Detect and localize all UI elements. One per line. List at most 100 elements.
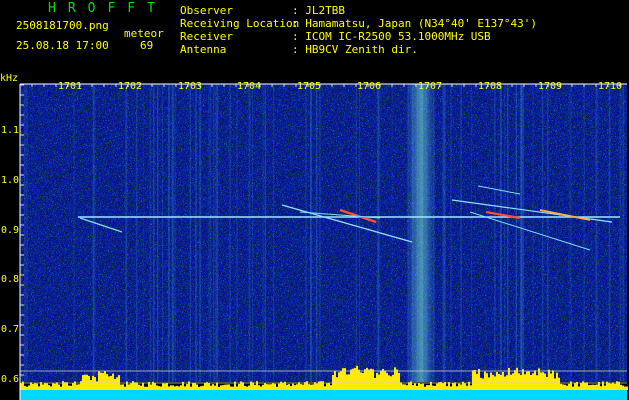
level-bar [364, 369, 366, 390]
level-bar [84, 374, 86, 390]
noise-streak [249, 84, 251, 382]
level-bar [104, 371, 106, 390]
level-bar [192, 382, 194, 390]
level-bar [122, 384, 124, 390]
level-bar [348, 374, 350, 390]
noise-streak [376, 84, 378, 382]
level-bar [42, 384, 44, 390]
level-bar [32, 384, 34, 390]
level-bar [306, 381, 308, 390]
level-bar [358, 369, 360, 390]
noise-streak [195, 84, 197, 382]
level-bar [196, 384, 198, 390]
level-bar [338, 372, 340, 390]
freq-tick-label: 0.6 [1, 374, 19, 385]
info-value: : JL2TBB [292, 4, 345, 17]
level-bar [608, 382, 610, 390]
level-bar [580, 383, 582, 390]
level-bar [414, 383, 416, 390]
level-bar [46, 383, 48, 390]
level-bar [480, 377, 482, 390]
time-tick-label: 1706 [357, 81, 381, 92]
level-bar [534, 370, 536, 390]
level-bar [248, 385, 250, 390]
level-bar [540, 372, 542, 390]
level-bar [530, 375, 532, 390]
noise-streak [608, 84, 610, 382]
level-bar [562, 384, 564, 390]
level-bar [552, 370, 554, 390]
level-bar [332, 374, 334, 390]
level-bar [260, 386, 262, 390]
level-bar [224, 384, 226, 390]
level-bar [622, 385, 624, 390]
level-bar [558, 377, 560, 390]
noise-streak [173, 84, 174, 382]
level-bar [424, 386, 426, 390]
level-bar [308, 384, 310, 390]
level-bar [336, 377, 338, 390]
level-bar [186, 384, 188, 390]
level-bar [288, 384, 290, 390]
noise-streak [210, 84, 212, 382]
level-bar [360, 372, 362, 390]
level-bar [412, 385, 414, 390]
noise-streak [174, 84, 176, 382]
level-bar [114, 379, 116, 390]
level-bar [124, 386, 126, 390]
level-bar [378, 374, 380, 390]
level-bar [416, 385, 418, 390]
level-bar [266, 384, 268, 390]
level-bar [102, 372, 104, 390]
level-bar [624, 386, 626, 390]
level-bar [190, 386, 192, 390]
noise-streak [213, 84, 215, 382]
level-bar [612, 382, 614, 390]
level-bar [208, 383, 210, 390]
level-bar [170, 385, 172, 390]
info-key: Receiving Location [180, 17, 300, 30]
level-bar [86, 374, 88, 390]
level-bar [244, 385, 246, 390]
time-tick-label: 1704 [237, 81, 261, 92]
level-bar [458, 383, 460, 390]
level-bar [362, 373, 364, 390]
level-bar [398, 373, 400, 390]
level-bar [492, 375, 494, 390]
level-bar [80, 381, 82, 390]
info-key: Antenna [180, 43, 227, 56]
freq-tick-label: 0.7 [1, 324, 19, 335]
level-bar [136, 382, 138, 390]
noise-streak [460, 84, 462, 382]
level-bar [478, 368, 480, 390]
level-bar [300, 384, 302, 390]
level-bar [154, 383, 156, 390]
level-bar [56, 382, 58, 390]
freq-tick-labels: 1.1 1.0 0.9 0.8 0.7 0.6 [1, 125, 19, 385]
level-bar [76, 384, 78, 390]
level-bar [164, 383, 166, 390]
level-bar [560, 383, 562, 390]
level-bar [218, 386, 220, 390]
noise-streak [168, 84, 170, 382]
level-bar [320, 381, 322, 390]
noise-streak [504, 84, 506, 382]
level-bar [500, 374, 502, 390]
noise-streak [597, 84, 599, 382]
freq-tick-label: 0.9 [1, 225, 19, 236]
noise-streak [305, 84, 307, 382]
level-bar [174, 386, 176, 390]
level-bar [296, 384, 298, 390]
level-bar [356, 365, 358, 390]
level-bar [324, 386, 326, 390]
noise-streak [73, 84, 76, 382]
level-bar [222, 385, 224, 390]
level-bar [94, 377, 96, 390]
level-bar [316, 383, 318, 390]
level-bar [24, 385, 26, 390]
noise-streak [135, 84, 138, 382]
level-bar [498, 374, 500, 390]
level-bar [614, 383, 616, 390]
level-bar [568, 383, 570, 390]
level-bar [274, 383, 276, 390]
